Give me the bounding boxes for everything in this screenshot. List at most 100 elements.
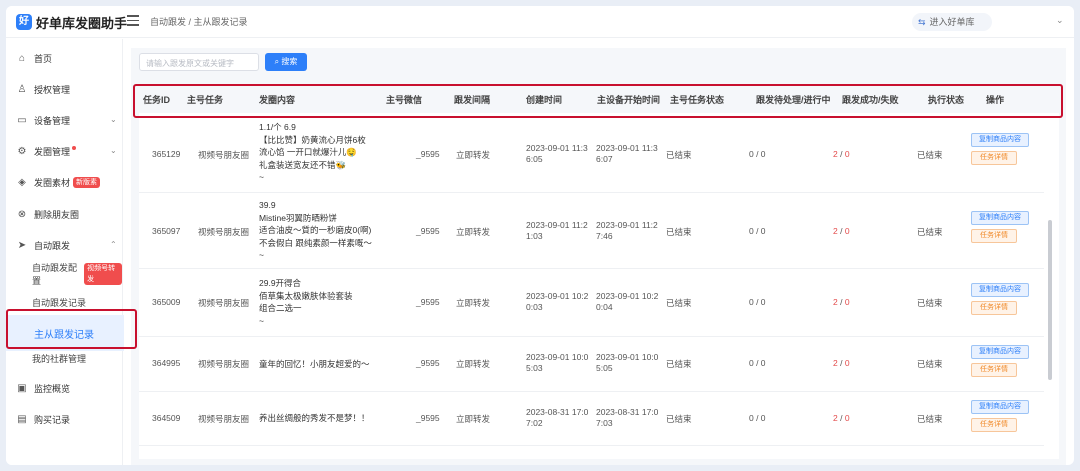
sidebar-item-community[interactable]: 我的社群管理 xyxy=(32,351,86,365)
enter-account-button[interactable]: ⇆ 进入好单库 xyxy=(912,13,992,31)
chevron-down-icon[interactable]: ⌄ xyxy=(110,115,117,124)
account-label: 进入好单库 xyxy=(929,17,975,27)
success-count: 2 xyxy=(833,358,838,368)
monitor-icon: ▣ xyxy=(17,382,27,394)
content-line: ~ xyxy=(259,172,264,182)
task-status: 已结束 xyxy=(666,298,692,308)
sidebar-item-label: 自动跟发 xyxy=(34,240,71,251)
sidebar-item-auto-follow-records[interactable]: 自动跟发记录 xyxy=(32,295,86,309)
created-time: 2023-09-01 10:2 0:03 xyxy=(526,291,588,313)
sidebar-item-delete-moments[interactable]: ⊗ 删除朋友圈 xyxy=(16,207,79,221)
menu-toggle-icon[interactable] xyxy=(127,15,139,27)
time-part: 1:03 xyxy=(526,231,543,241)
sidebar-item-label: 监控概览 xyxy=(34,383,71,394)
time-part: 2023-08-31 17:0 xyxy=(596,407,659,417)
content-line: ~ xyxy=(259,250,264,260)
post-content: 1.1/个 6.9 【比比赞】奶黄流心月饼6枚 流心馅 一开口就爆汁儿🤤 礼盒装… xyxy=(259,121,366,184)
fail-count: 0 xyxy=(844,413,850,423)
copy-product-button[interactable]: 复制商品内容 xyxy=(971,211,1029,225)
task-id: 365097 xyxy=(152,226,181,236)
content-line: 礼盒装送宽友还不错🐝 xyxy=(259,159,347,170)
content-line: ~ xyxy=(259,315,264,326)
interval: 立即转发 xyxy=(456,414,491,424)
video-forward-badge: 视频号转发 xyxy=(84,263,122,285)
task-id: 365009 xyxy=(152,297,181,307)
sidebar-item-label: 授权管理 xyxy=(34,84,71,95)
success-fail: 2 / 0 xyxy=(833,297,850,307)
chevron-up-icon[interactable]: ⌃ xyxy=(110,240,117,249)
sidebar-item-label: 发圈管理 xyxy=(34,146,71,157)
sidebar-item-auth[interactable]: ♙ 授权管理 xyxy=(16,82,71,96)
top-bar: 好 好单库发圈助手 自动跟发 / 主从跟发记录 ⇆ 进入好单库 ⌄ xyxy=(6,6,1074,38)
sidebar-item-home[interactable]: ⌂ 首页 xyxy=(16,51,52,65)
copy-product-button[interactable]: 复制商品内容 xyxy=(971,400,1029,414)
content-line: 【比比赞】奶黄流心月饼6枚 xyxy=(259,134,366,145)
success-fail: 2 / 0 xyxy=(833,149,850,159)
search-button-label: 搜索 xyxy=(281,57,298,66)
copy-product-button[interactable]: 复制商品内容 xyxy=(971,283,1029,297)
user-icon: ♙ xyxy=(17,83,27,95)
sidebar-item-label: 我的社群管理 xyxy=(32,353,87,364)
sidebar-item-device[interactable]: ▭ 设备管理 xyxy=(16,113,70,127)
table-scrollbar[interactable] xyxy=(1048,220,1052,380)
sidebar-item-monitor[interactable]: ▣ 监控概览 xyxy=(16,381,70,395)
sidebar-item-purchase[interactable]: ▤ 购买记录 xyxy=(16,412,70,426)
task-detail-button[interactable]: 任务详情 xyxy=(971,229,1017,243)
success-fail: 2 / 0 xyxy=(833,358,850,368)
device-icon: ▭ xyxy=(17,114,27,126)
copy-product-button[interactable]: 复制商品内容 xyxy=(971,133,1029,147)
task-id: 364509 xyxy=(152,413,181,423)
content-line: 39.9 xyxy=(259,200,276,210)
records-table: 任务ID 主号任务 发圈内容 主号微信 跟发间隔 创建时间 主设备开始时间 主号… xyxy=(139,83,1059,459)
main-wx: _9595 xyxy=(416,149,440,159)
time-part: 6:07 xyxy=(596,154,613,164)
interval: 立即转发 xyxy=(456,150,491,160)
task-status: 已结束 xyxy=(666,227,692,237)
pending-count: 0 / 0 xyxy=(749,297,766,307)
table-row: 364509 视频号朋友圈 养出丝绸般的秀发不是梦！！ _9595 立即转发 2… xyxy=(139,392,1044,446)
time-part: 2023-09-01 11:3 xyxy=(596,143,658,153)
copy-product-button[interactable]: 复制商品内容 xyxy=(971,345,1029,359)
breadcrumb: 自动跟发 / 主从跟发记录 xyxy=(150,17,248,27)
receipt-icon: ▤ xyxy=(17,413,27,425)
task-detail-button[interactable]: 任务详情 xyxy=(971,418,1017,432)
exec-status: 已结束 xyxy=(917,150,943,160)
created-time: 2023-09-01 10:0 5:03 xyxy=(526,352,588,374)
chevron-down-icon[interactable]: ⌄ xyxy=(1056,15,1064,26)
search-button[interactable]: ⌕ 搜索 xyxy=(265,53,307,71)
switch-icon: ⇆ xyxy=(918,17,926,27)
sidebar-item-material[interactable]: ◈ 发圈素材 新版素 xyxy=(16,175,101,189)
created-time: 2023-08-31 17:0 7:02 xyxy=(526,407,588,429)
sidebar-item-label: 删除朋友圈 xyxy=(34,209,80,220)
app-title: 好单库发圈助手 xyxy=(36,16,128,31)
time-part: 2023-09-01 11:2 xyxy=(596,220,658,230)
time-part: 6:05 xyxy=(526,154,543,164)
success-fail: 2 / 0 xyxy=(833,226,850,236)
main-wx: _9595 xyxy=(416,413,440,423)
sidebar-item-post-manage[interactable]: ⚙ 发圈管理 xyxy=(16,144,77,158)
chevron-down-icon[interactable]: ⌄ xyxy=(110,146,117,155)
start-time: 2023-09-01 10:0 5:05 xyxy=(596,352,658,374)
post-content: 童年的回忆！小朋友超爱的～ xyxy=(259,358,370,371)
main-wx: _9595 xyxy=(416,226,440,236)
task-status: 已结束 xyxy=(666,359,692,369)
task-detail-button[interactable]: 任务详情 xyxy=(971,301,1017,315)
search-input[interactable]: 请输入跟发原文或关键字 xyxy=(139,53,259,71)
home-icon: ⌂ xyxy=(18,52,26,64)
exec-status: 已结束 xyxy=(917,359,943,369)
sidebar-item-auto-follow[interactable]: ➤ 自动跟发 xyxy=(16,238,70,252)
content-line: 29.9开得合 xyxy=(259,278,302,288)
cube-icon: ◈ xyxy=(18,176,26,188)
sidebar-item-auto-follow-config[interactable]: 自动跟发配置 视频号转发 xyxy=(32,263,122,286)
start-time: 2023-09-01 11:2 7:46 xyxy=(596,220,658,242)
time-part: 2023-09-01 10:2 xyxy=(526,291,589,301)
fail-count: 0 xyxy=(844,226,850,236)
pending-count: 0 / 0 xyxy=(749,358,766,368)
task-detail-button[interactable]: 任务详情 xyxy=(971,363,1017,377)
content-line: 童年的回忆！小朋友超爱的～ xyxy=(259,359,370,369)
created-time: 2023-09-01 11:3 6:05 xyxy=(526,143,588,165)
sidebar: ⌂ 首页 ♙ 授权管理 ▭ 设备管理 ⌄ ⚙ 发圈管理 ⌄ ◈ 发圈素材 新版素 ⊗ 删除朋友… xyxy=(6,39,124,465)
content-line: 佰草集太极嫩肤体验套装 xyxy=(259,290,353,301)
interval: 立即转发 xyxy=(456,298,491,308)
task-detail-button[interactable]: 任务详情 xyxy=(971,151,1017,165)
